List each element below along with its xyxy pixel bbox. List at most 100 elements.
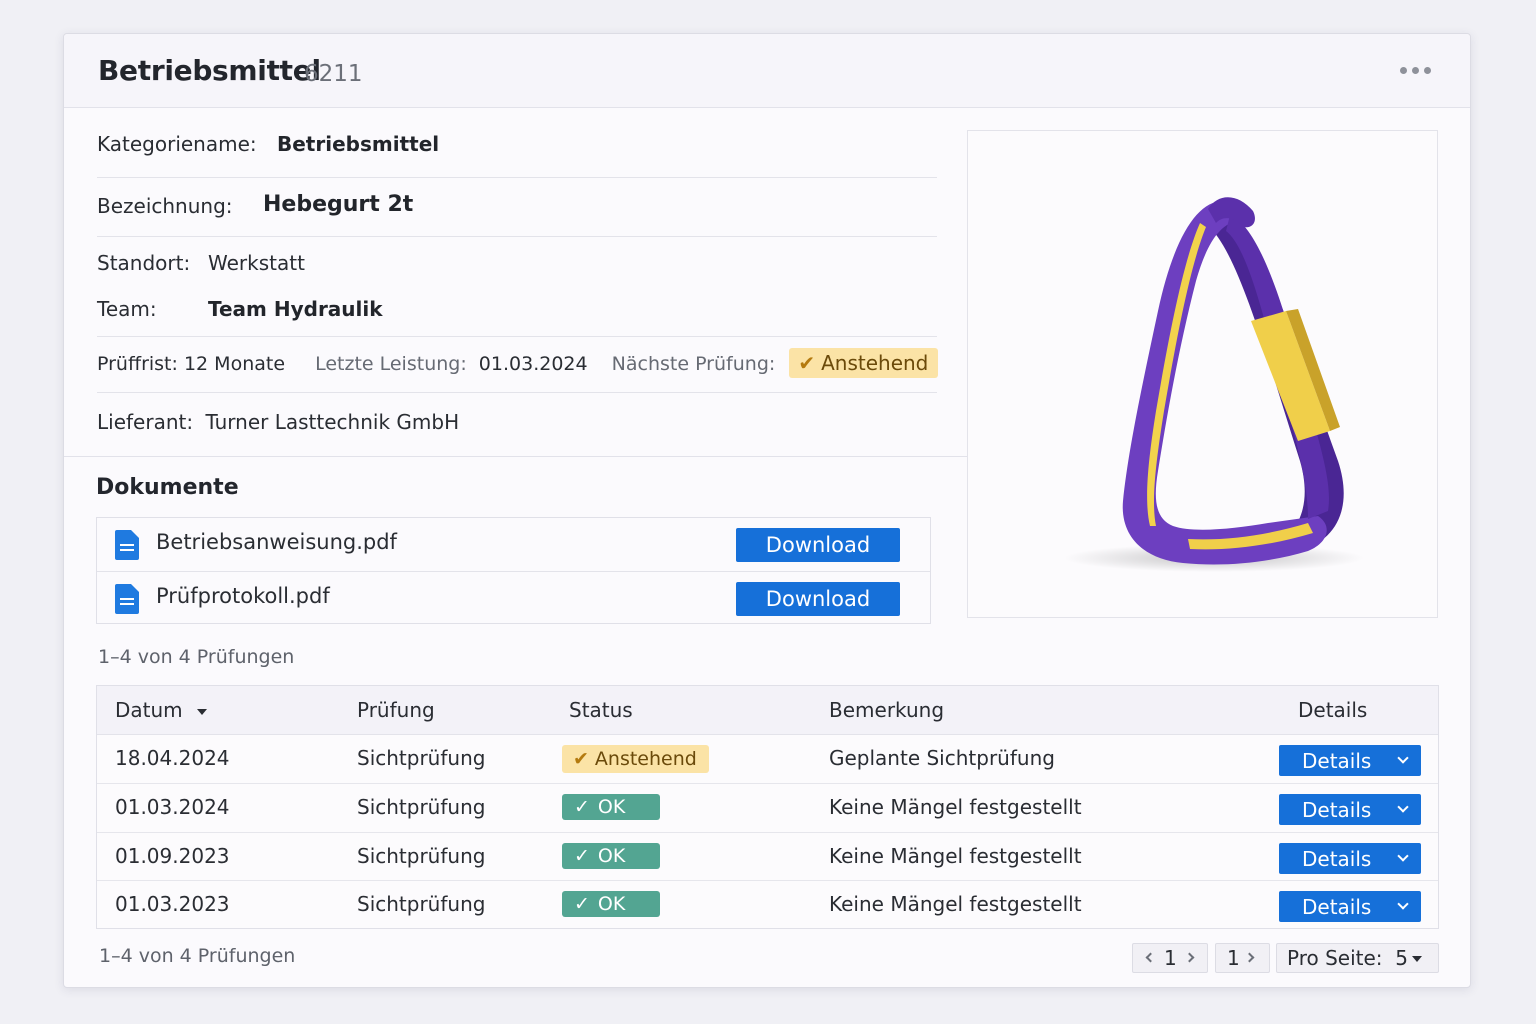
cell-bemerkung: Keine Mängel festgestellt — [829, 892, 1082, 916]
column-header-bemerkung: Bemerkung — [829, 698, 945, 722]
result-count-footer: 1–4 von 4 Prüfungen — [99, 945, 296, 967]
per-page-text: Pro Seite: — [1287, 946, 1383, 970]
cell-pruefung: Sichtprüfung — [357, 746, 486, 770]
chevron-right-icon — [1184, 952, 1195, 963]
table-header: Datum Prüfung Status Bemerkung Details — [97, 686, 1438, 735]
per-page-value: 5 — [1395, 946, 1408, 970]
naechste-pruefung-label: Nächste Prüfung: — [611, 353, 776, 375]
lieferant-label: Lieferant: — [97, 410, 194, 434]
equipment-image — [1064, 197, 1364, 572]
cell-datum: 01.03.2024 — [115, 795, 230, 819]
cell-datum: 18.04.2024 — [115, 746, 230, 770]
status-badge: ✓ OK — [562, 843, 660, 869]
table-row: 01.03.2023 Sichtprüfung ✓ OK Keine Mängel… — [97, 880, 1438, 928]
cell-bemerkung: Geplante Sichtprüfung — [829, 746, 1055, 770]
status-badge: ✔ Anstehend — [789, 348, 939, 378]
bezeichnung-value: Hebegurt 2t — [263, 192, 414, 217]
check-icon: ✔ — [573, 748, 589, 770]
cell-pruefung: Sichtprüfung — [357, 844, 486, 868]
lieferant-value: Turner Lasttechnik GmbH — [205, 410, 460, 434]
divider — [97, 392, 937, 393]
document-item: Betriebsanweisung.pdf Download — [97, 518, 930, 571]
cell-pruefung: Sichtprüfung — [357, 892, 486, 916]
pruefung-info-row: Prüffrist: 12 Monate Letzte Leistung: 01… — [97, 348, 939, 378]
status-badge: ✓ OK — [562, 891, 660, 917]
caret-down-icon — [1412, 956, 1422, 962]
standort-value: Werkstatt — [208, 251, 305, 275]
letzte-leistung-label: Letzte Leistung: — [315, 353, 467, 375]
column-header-datum[interactable]: Datum — [115, 698, 207, 722]
pagination-prev[interactable]: 1 — [1132, 943, 1208, 973]
download-button[interactable]: Download — [736, 528, 900, 562]
page-number: 1 — [1164, 946, 1177, 970]
status-badge-label: OK — [597, 845, 626, 867]
file-icon — [115, 530, 139, 560]
table-row: 18.04.2024 Sichtprüfung ✔ Anstehend Gepla… — [97, 735, 1438, 783]
document-name[interactable]: Prüfprotokoll.pdf — [156, 584, 330, 608]
prueffrist-value: 12 Monate — [183, 353, 286, 375]
prueffrist-label: Prüffrist: — [97, 353, 178, 375]
more-options-icon[interactable] — [1400, 62, 1432, 78]
column-header-status: Status — [569, 698, 633, 722]
details-button-label: Details — [1302, 895, 1372, 919]
inspections-table: Datum Prüfung Status Bemerkung Details 1… — [96, 685, 1439, 929]
cell-bemerkung: Keine Mängel festgestellt — [829, 844, 1082, 868]
chevron-right-icon — [1244, 952, 1255, 963]
bezeichnung-row: Bezeichnung: Hebegurt 2t — [97, 192, 413, 218]
document-name[interactable]: Betriebsanweisung.pdf — [156, 530, 397, 554]
cell-datum: 01.09.2023 — [115, 844, 230, 868]
column-header-details: Details — [1298, 698, 1368, 722]
bezeichnung-label: Bezeichnung: — [97, 194, 233, 218]
divider — [97, 236, 937, 237]
details-dropdown-button[interactable]: Details — [1279, 745, 1421, 776]
team-label: Team: — [97, 297, 157, 321]
divider — [97, 177, 937, 178]
standort-label: Standort: — [97, 251, 191, 275]
details-button-label: Details — [1302, 749, 1372, 773]
kategorie-label: Kategoriename: — [97, 132, 257, 156]
cell-pruefung: Sichtprüfung — [357, 795, 486, 819]
cell-bemerkung: Keine Mängel festgestellt — [829, 795, 1082, 819]
details-button-label: Details — [1302, 798, 1372, 822]
documents-title: Dokumente — [96, 475, 239, 500]
details-dropdown-button[interactable]: Details — [1279, 794, 1421, 825]
equipment-card: Betriebsmittel 6211 Kategoriename: Betri… — [63, 33, 1471, 988]
page-number: 1 — [1227, 946, 1240, 970]
chevron-down-icon — [1397, 898, 1409, 910]
equipment-image-panel — [967, 130, 1438, 618]
card-header: Betriebsmittel 6211 — [64, 34, 1470, 108]
details-dropdown-button[interactable]: Details — [1279, 843, 1421, 874]
cell-datum: 01.03.2023 — [115, 892, 230, 916]
check-icon: ✓ — [574, 845, 590, 867]
documents-list: Betriebsanweisung.pdf Download Prüfproto… — [96, 517, 931, 624]
details-dropdown-button[interactable]: Details — [1279, 891, 1421, 922]
divider — [97, 336, 937, 337]
check-icon: ✓ — [574, 893, 590, 915]
details-button-label: Details — [1302, 847, 1372, 871]
sort-down-icon — [196, 708, 207, 715]
status-badge: ✓ OK — [562, 794, 660, 820]
column-header-pruefung: Prüfung — [357, 698, 435, 722]
per-page-label: Pro Seite: 5 — [1287, 946, 1408, 970]
info-panel: Kategoriename: Betriebsmittel Bezeichnun… — [64, 108, 967, 457]
team-row: Team: Team Hydraulik — [97, 297, 383, 321]
page-title: Betriebsmittel — [98, 54, 321, 87]
check-icon: ✓ — [574, 796, 590, 818]
kategorie-row: Kategoriename: Betriebsmittel — [97, 132, 439, 156]
letzte-leistung-value: 01.03.2024 — [478, 353, 588, 375]
status-badge-label: Anstehend — [821, 351, 929, 375]
status-badge-label: Anstehend — [594, 748, 697, 770]
table-row: 01.09.2023 Sichtprüfung ✓ OK Keine Mängel… — [97, 832, 1438, 880]
chevron-down-icon — [1397, 801, 1409, 813]
lieferant-row: Lieferant: Turner Lasttechnik GmbH — [97, 410, 459, 434]
document-item: Prüfprotokoll.pdf Download — [97, 571, 930, 624]
table-row: 01.03.2024 Sichtprüfung ✓ OK Keine Mängel… — [97, 783, 1438, 831]
pagination-next[interactable]: 1 — [1215, 943, 1270, 973]
equipment-id: 6211 — [304, 61, 363, 87]
chevron-down-icon — [1397, 752, 1409, 764]
per-page-select[interactable]: Pro Seite: 5 — [1276, 943, 1439, 973]
chevron-down-icon — [1397, 850, 1409, 862]
column-header-label: Datum — [115, 698, 183, 722]
standort-row: Standort: Werkstatt — [97, 251, 305, 275]
download-button[interactable]: Download — [736, 582, 900, 616]
